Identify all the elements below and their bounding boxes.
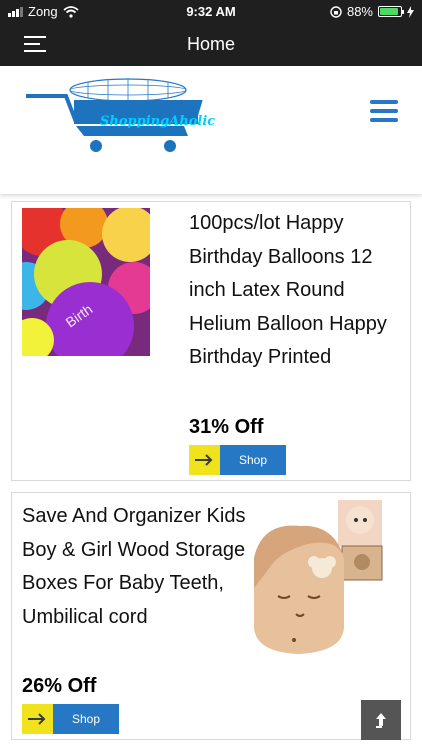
nav-bar: Home [0,22,422,66]
charging-icon [407,5,414,18]
shop-button-label: Shop [220,445,286,475]
product-title[interactable]: 100pcs/lot Happy Birthday Balloons 12 in… [189,207,404,375]
discount-label: 31% Off [189,416,264,438]
battery-percent: 88% [346,4,373,19]
arrow-right-icon [22,704,53,734]
site-header: ShoppingAholic [0,66,422,194]
arrow-up-icon [376,713,386,728]
product-card[interactable]: Save And Organizer Kids Boy & Girl Wood … [11,492,411,740]
status-right: 88% [330,4,414,19]
battery-icon [378,6,404,17]
arrow-right-icon [189,445,220,475]
product-card[interactable]: Birth 100pcs/lot Happy Birthday Balloons… [11,201,411,481]
product-image-balloons[interactable]: Birth [22,208,150,356]
rotation-lock-icon [330,5,342,18]
site-logo[interactable]: ShoppingAholic [24,74,215,158]
discount-label: 26% Off [22,675,97,697]
product-image-teeth-box[interactable] [248,498,408,666]
scroll-to-top-button[interactable] [361,700,401,740]
status-bar: Zong 9:32 AM 88% [0,0,422,22]
shop-button[interactable]: Shop [189,445,286,475]
product-title[interactable]: Save And Organizer Kids Boy & Girl Wood … [22,500,247,634]
hamburger-menu-icon[interactable] [370,100,398,122]
page-title: Home [186,34,235,54]
shop-button[interactable]: Shop [22,704,119,734]
shop-button-label: Shop [53,704,119,734]
logo-text: ShoppingAholic [100,114,216,129]
